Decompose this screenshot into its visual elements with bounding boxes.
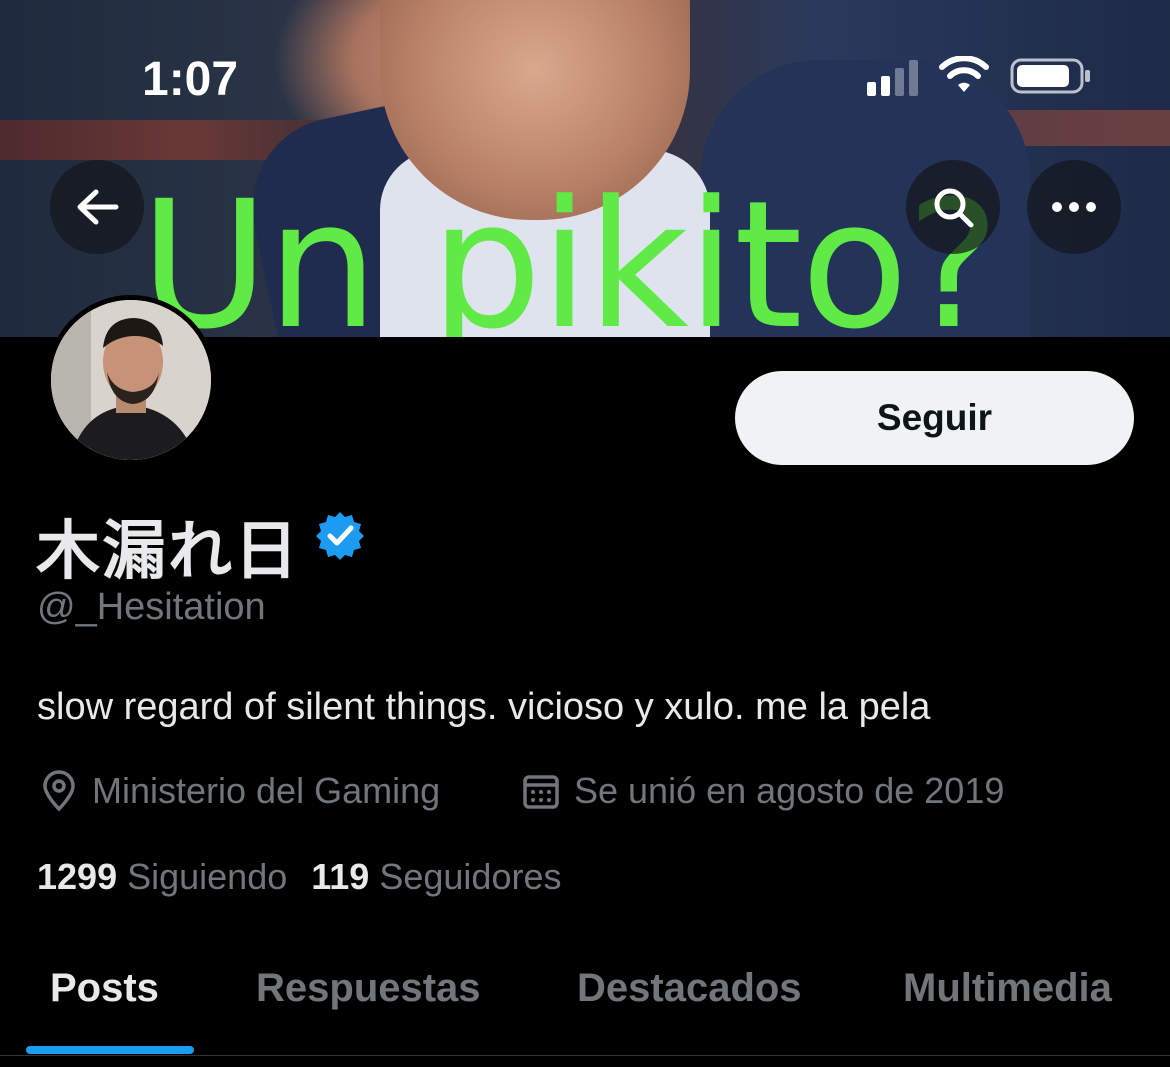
- following-label: Siguiendo: [127, 856, 288, 897]
- tab-posts[interactable]: Posts: [50, 966, 159, 1011]
- location: Ministerio del Gaming: [38, 770, 440, 812]
- search-button[interactable]: [906, 160, 1000, 254]
- location-text: Ministerio del Gaming: [92, 770, 441, 811]
- profile-banner[interactable]: Un pikito?: [0, 0, 1170, 337]
- location-pin-icon: [43, 770, 75, 812]
- profile-tabs: Posts Respuestas Destacados Multimedia: [0, 940, 1170, 1055]
- tab-replies[interactable]: Respuestas: [256, 966, 481, 1011]
- verified-badge-icon[interactable]: [315, 510, 365, 560]
- following-count: 1299: [37, 856, 118, 897]
- avatar[interactable]: [46, 295, 216, 465]
- display-name: 木漏れ日: [36, 515, 300, 589]
- more-button[interactable]: [1027, 160, 1121, 254]
- cellular-signal-icon: [867, 56, 918, 96]
- join-date-text: Se unió en agosto de 2019: [574, 770, 1005, 811]
- search-icon: [934, 188, 974, 228]
- following-link[interactable]: 1299 Siguiendo: [37, 856, 287, 897]
- arrow-left-icon: [77, 189, 119, 225]
- followers-label: Seguidores: [379, 856, 562, 897]
- back-button[interactable]: [50, 160, 144, 254]
- followers-count: 119: [311, 856, 370, 897]
- tab-media[interactable]: Multimedia: [903, 966, 1112, 1011]
- calendar-icon: [523, 775, 559, 809]
- active-tab-indicator: [26, 1046, 194, 1054]
- avatar-photo: [51, 300, 211, 460]
- more-horizontal-icon: [1052, 202, 1096, 212]
- tabs-divider: [0, 1055, 1170, 1056]
- status-icons: [867, 56, 1092, 96]
- wifi-icon: [939, 56, 989, 92]
- follow-stats: 1299 Siguiendo 119 Seguidores: [37, 856, 561, 898]
- banner-caption: Un pikito?: [140, 163, 1000, 338]
- join-date: Se unió en agosto de 2019: [520, 770, 1004, 812]
- followers-link[interactable]: 119 Seguidores: [311, 856, 561, 897]
- tab-highlights[interactable]: Destacados: [577, 966, 802, 1011]
- follow-button[interactable]: Seguir: [735, 371, 1134, 465]
- battery-icon: [1010, 58, 1090, 94]
- bio: slow regard of silent things. vicioso y …: [37, 686, 931, 728]
- status-time: 1:07: [142, 53, 239, 106]
- handle: @_Hesitation: [37, 586, 266, 628]
